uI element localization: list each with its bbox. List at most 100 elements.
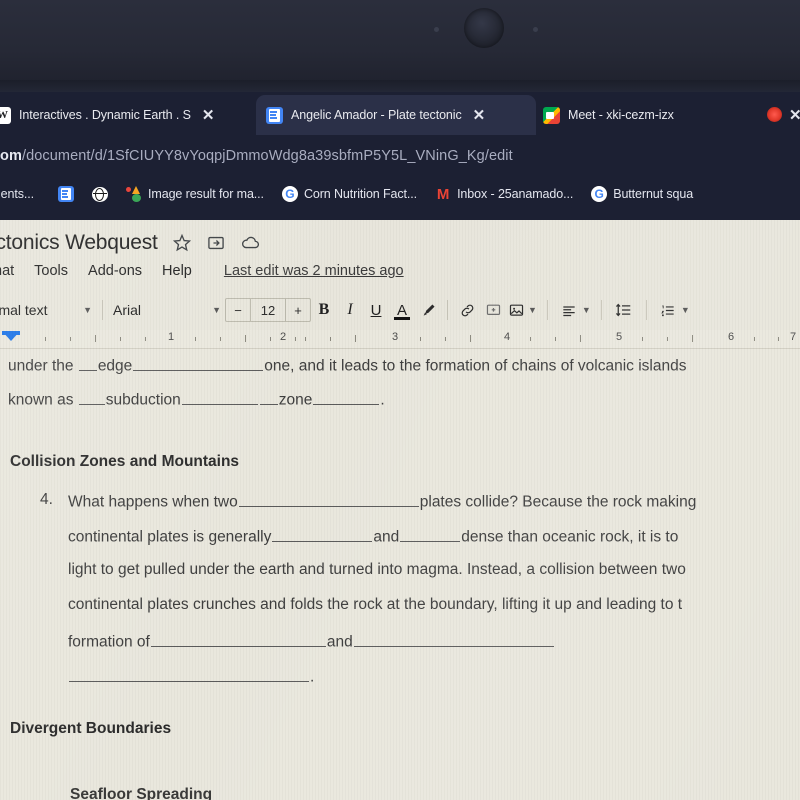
chevron-down-icon[interactable]: ▼ [528,305,537,315]
menu-item-format[interactable]: mat [0,263,24,279]
bookmark-item-documents[interactable]: lents... [0,181,43,207]
gmail-icon: M [436,185,450,203]
url-text: om/document/d/1SfCIUYY8vYoqpjDmmoWdg8a39… [0,148,513,164]
tab-close-icon[interactable]: ✕ [789,106,800,124]
text-run: subduction [105,391,181,409]
bookmark-item-corn-nutrition[interactable]: G Corn Nutrition Fact... [273,181,426,207]
ruler-number: 7 [790,331,797,343]
bookmark-label: Image result for ma... [148,187,264,201]
url-host: om [0,148,22,164]
omnibox[interactable]: om/document/d/1SfCIUYY8vYoqpjDmmoWdg8a39… [0,138,800,174]
tab-title: Angelic Amador - Plate tectonic [291,108,462,122]
browser-tab-interactives[interactable]: W Interactives . Dynamic Earth . S ✕ [0,95,252,135]
comment-icon[interactable] [480,297,506,323]
bookmarks-bar: lents... Image result for ma... G Corn N… [0,174,800,214]
bookmark-label: Corn Nutrition Fact... [303,187,418,201]
highlight-pen-icon[interactable] [415,297,441,323]
text-run: continental plates is generally [68,528,272,546]
move-to-folder-icon[interactable] [206,233,226,253]
menu-item-help[interactable]: Help [152,263,202,279]
star-icon[interactable] [172,233,192,253]
chevron-down-icon[interactable]: ▼ [582,305,591,315]
shapes-icon [126,186,142,202]
toolbar-divider [600,300,602,320]
text-run: one, and it leads to the formation of ch… [264,357,687,375]
section-heading-divergent-boundaries: Divergent Boundaries [10,720,172,737]
text-color-button[interactable]: A [389,297,415,323]
section-heading-seafloor-spreading: Seafloor Spreading [70,786,213,800]
tab-close-icon[interactable]: ✕ [470,108,489,123]
ruler-number: 2 [280,331,287,343]
bookmark-item-inbox[interactable]: M Inbox - 25anamado... [426,181,582,207]
text-run: . [380,391,385,409]
ruler-number: 1 [168,331,175,343]
wikipedia-favicon-icon: W [0,106,11,124]
text-run: under the [8,357,78,375]
text-run: What happens when two [68,493,238,511]
text-run: and [326,633,353,651]
google-icon: G [591,186,608,202]
last-edit-link[interactable]: Last edit was 2 minutes ago [224,263,404,279]
webcam-icon [464,8,504,48]
text-run: formation of [68,633,150,651]
bold-button[interactable]: B [311,297,337,323]
chevron-down-icon[interactable]: ▼ [681,305,690,315]
tab-close-icon[interactable]: ✕ [199,108,218,123]
bookmark-label: Butternut squa [613,187,694,201]
formatting-toolbar: ormal text ▼ Arial ▼ − 12 + B I U A [0,292,800,328]
browser-tab-google-docs[interactable]: Angelic Amador - Plate tectonic ✕ [256,95,536,135]
paragraph-style-label: ormal text [0,302,48,318]
bookmark-item-image-result[interactable]: Image result for ma... [117,181,273,207]
paragraph-line: light to get pulled under the earth and … [68,561,686,578]
toolbar-divider [102,300,103,320]
globe-icon [92,186,109,202]
bookmark-item-globe[interactable] [83,181,117,207]
numbered-list-icon[interactable] [657,297,679,323]
bookmark-label: Inbox - 25anamado... [457,187,574,201]
tab-title: Interactives . Dynamic Earth . S [19,108,191,122]
google-meet-favicon-icon [543,106,560,124]
toolbar-divider [447,300,448,320]
paragraph-line: What happens when two plates collide? Bec… [68,491,696,512]
text-run: and [373,528,400,546]
toolbar-divider [645,300,647,320]
image-icon[interactable] [506,297,526,323]
paragraph-line: formation of and [68,631,555,652]
align-left-icon[interactable] [558,297,580,323]
paragraph-line: under the edge one, and it leads to the f… [8,355,687,376]
browser-chrome: W Interactives . Dynamic Earth . S ✕ Ang… [0,92,800,220]
url-path: /document/d/1SfCIUYY8vYoqpjDmmoWdg8a39sb… [21,148,513,164]
toolbar-divider [546,300,548,320]
ruler-number: 4 [504,331,511,343]
section-heading-collision-zones: Collision Zones and Mountains [10,453,240,470]
browser-tab-google-meet[interactable]: Meet - xki-cezm-izx [533,95,748,135]
bookmark-item-google-docs[interactable] [49,181,83,207]
font-family-label: Arial [113,302,142,318]
bookmark-item-butternut-squash[interactable]: G Butternut squa [582,181,702,207]
link-icon[interactable] [454,297,480,323]
font-size-stepper[interactable]: − 12 + [225,298,311,322]
paragraph-style-dropdown[interactable]: ormal text ▼ [0,302,92,318]
document-body[interactable]: under the edge one, and it leads to the f… [0,349,800,800]
font-family-dropdown[interactable]: Arial ▼ [113,302,221,318]
ruler-number: 3 [392,331,399,343]
text-run: edge [97,357,133,375]
font-size-value[interactable]: 12 [251,299,285,321]
document-ruler[interactable]: 1 2 3 4 5 6 7 [0,330,800,349]
chevron-down-icon: ▼ [212,305,221,315]
italic-button[interactable]: I [337,297,363,323]
menu-item-tools[interactable]: Tools [24,263,78,279]
document-title[interactable]: ectonics Webquest [0,231,158,255]
font-size-increase-button[interactable]: + [285,299,310,321]
cloud-saved-icon[interactable] [240,233,260,253]
underline-button[interactable]: U [363,297,389,323]
microphone-dot-right-icon [533,27,538,32]
line-spacing-icon[interactable] [612,297,636,323]
left-indent-marker-triangle[interactable] [2,331,20,341]
google-docs-favicon-icon [266,106,283,124]
paragraph-line: continental plates is generally and dense … [68,526,678,547]
paragraph-line: known as subduction zone. [8,389,385,410]
font-size-decrease-button[interactable]: − [226,299,251,321]
menu-item-addons[interactable]: Add-ons [78,263,152,279]
bezel-lip [0,80,800,92]
